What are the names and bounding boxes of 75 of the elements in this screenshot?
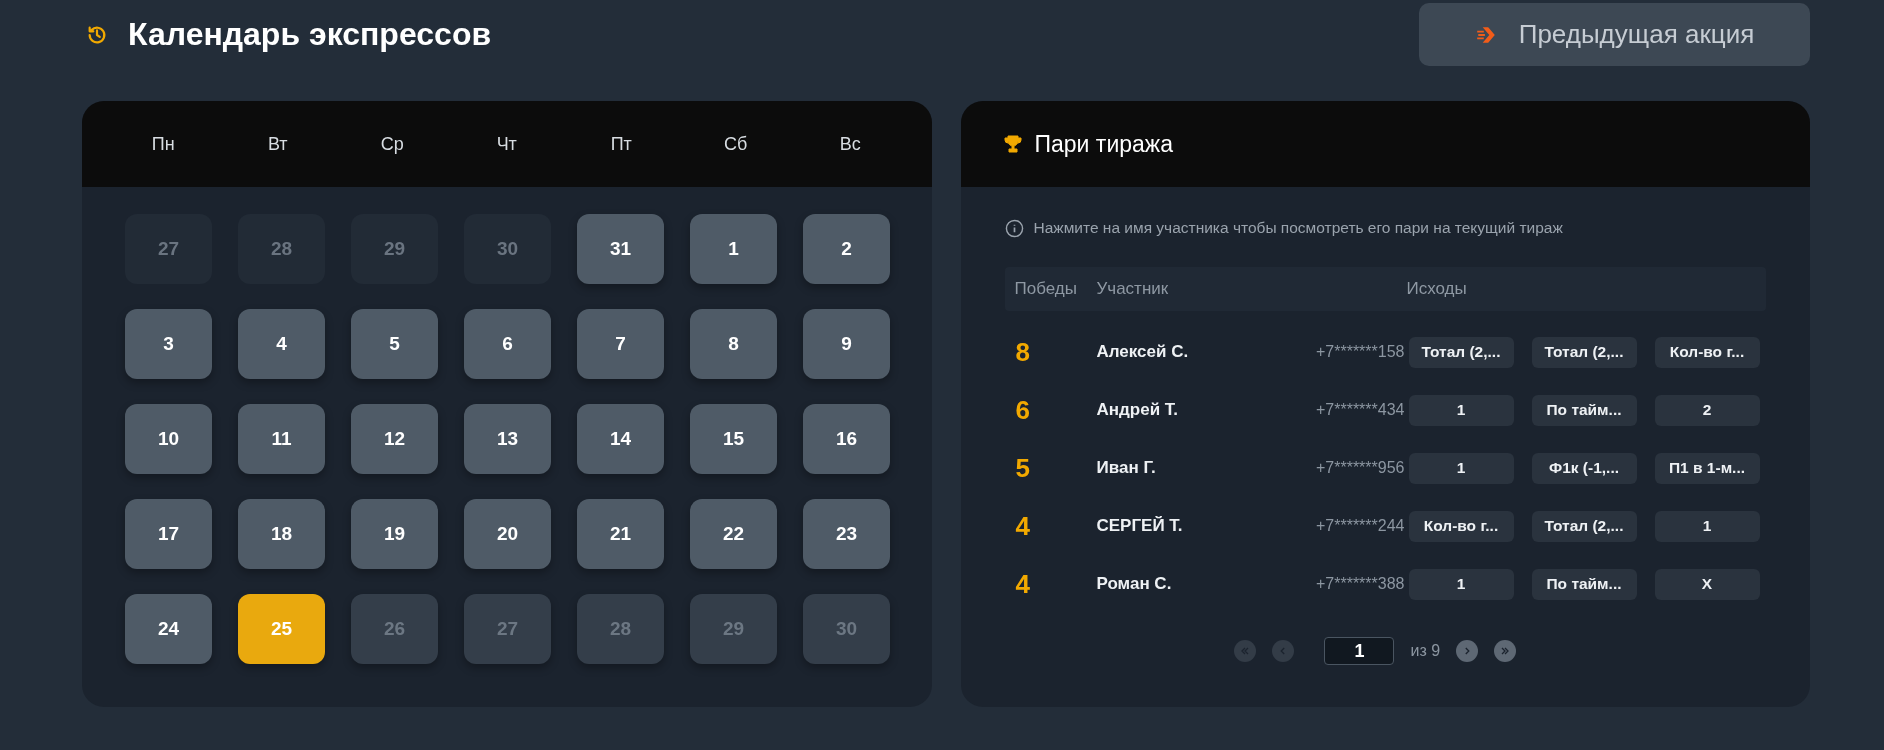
weekday-label: Пт [609, 133, 633, 155]
hint-text: Нажмите на имя участника чтобы посмотреть его пари на текущий тираж [1033, 219, 1563, 237]
calendar-day[interactable]: 13 [464, 404, 551, 474]
page-count: из 9 [1410, 642, 1441, 660]
last-page-button[interactable] [1494, 640, 1517, 662]
calendar-day[interactable]: 21 [577, 499, 664, 569]
outcome-chip: Тотал (2,... [1531, 336, 1637, 368]
wins-count: 5 [1014, 452, 1031, 484]
calendar-day[interactable]: 23 [803, 499, 890, 569]
weekday-label: Вт [266, 133, 289, 155]
outcome-chip: По тайм... [1531, 568, 1637, 600]
calendar-day[interactable]: 6 [464, 309, 551, 379]
outcome-chip: 1 [1408, 394, 1514, 426]
calendar-day[interactable]: 18 [238, 499, 325, 569]
weekday-label: Пн [150, 133, 176, 155]
column-header: Участник [1096, 279, 1170, 299]
calendar-day[interactable]: 17 [125, 499, 212, 569]
phone-number: +7*******956 [1314, 459, 1406, 477]
outcome-chip: По тайм... [1531, 394, 1637, 426]
calendar-day[interactable]: 19 [351, 499, 438, 569]
outcome-chip: Тотал (2,... [1408, 336, 1514, 368]
calendar-day[interactable]: 2 [803, 214, 890, 284]
calendar-day[interactable]: 22 [690, 499, 777, 569]
calendar-day[interactable]: 20 [464, 499, 551, 569]
phone-number: +7*******434 [1314, 401, 1406, 419]
outcome-chip: Тотал (2,... [1531, 510, 1637, 542]
participant-name[interactable]: СЕРГЕЙ Т. [1096, 516, 1257, 536]
next-page-button[interactable] [1456, 640, 1479, 662]
calendar-day[interactable]: 1 [690, 214, 777, 284]
calendar-day[interactable]: 3 [125, 309, 212, 379]
outcome-chip: 1 [1408, 452, 1514, 484]
calendar-day[interactable]: 8 [690, 309, 777, 379]
outcome-chip: 1 [1654, 510, 1760, 542]
wins-count: 6 [1014, 394, 1031, 426]
outcome-chip: Кол-во г... [1408, 510, 1514, 542]
participant-name[interactable]: Роман С. [1096, 574, 1257, 594]
outcome-chip: X [1654, 568, 1760, 600]
weekday-label: Ср [379, 133, 405, 155]
outcome-chip: 1 [1408, 568, 1514, 600]
outcome-chip: П1 в 1-м... [1654, 452, 1760, 484]
phone-number: +7*******388 [1314, 575, 1406, 593]
wins-count: 4 [1014, 568, 1031, 600]
outcome-chip: Ф1к (-1,... [1531, 452, 1637, 484]
participant-name[interactable]: Иван Г. [1096, 458, 1257, 478]
calendar-day[interactable]: 11 [238, 404, 325, 474]
calendar-day[interactable]: 24 [125, 594, 212, 664]
calendar-day[interactable]: 4 [238, 309, 325, 379]
wins-count: 4 [1014, 510, 1031, 542]
calendar-day[interactable]: 10 [125, 404, 212, 474]
page-input[interactable]: 1 [1324, 637, 1395, 665]
weekday-label: Вс [838, 133, 862, 155]
page-title: Календарь экспрессов [128, 16, 492, 53]
weekday-label: Сб [723, 133, 749, 155]
calendar-day[interactable]: 15 [690, 404, 777, 474]
calendar-day[interactable]: 9 [803, 309, 890, 379]
phone-number: +7*******158 [1314, 343, 1406, 361]
outcome-chip: Кол-во г... [1654, 336, 1760, 368]
weekday-label: Чт [495, 133, 518, 155]
phone-number: +7*******244 [1314, 517, 1406, 535]
calendar-day[interactable]: 12 [351, 404, 438, 474]
column-header: Победы [1013, 279, 1078, 299]
participant-name[interactable]: Андрей Т. [1096, 400, 1257, 420]
trophy-icon [1002, 134, 1023, 154]
wins-count: 8 [1014, 336, 1031, 368]
info-icon [1004, 218, 1024, 238]
calendar-day[interactable]: 5 [351, 309, 438, 379]
column-header: Исходы [1406, 279, 1467, 299]
bets-title: Пари тиража [1034, 130, 1173, 158]
calendar-day[interactable]: 7 [577, 309, 664, 379]
calendar-day[interactable]: 16 [803, 404, 890, 474]
outcome-chip: 2 [1654, 394, 1760, 426]
calendar-day[interactable]: 14 [577, 404, 664, 474]
calendar-day[interactable]: 31 [577, 214, 664, 284]
previous-promo-button[interactable]: Предыдущая акция [1419, 3, 1810, 66]
participant-name[interactable]: Алексей С. [1096, 342, 1257, 362]
